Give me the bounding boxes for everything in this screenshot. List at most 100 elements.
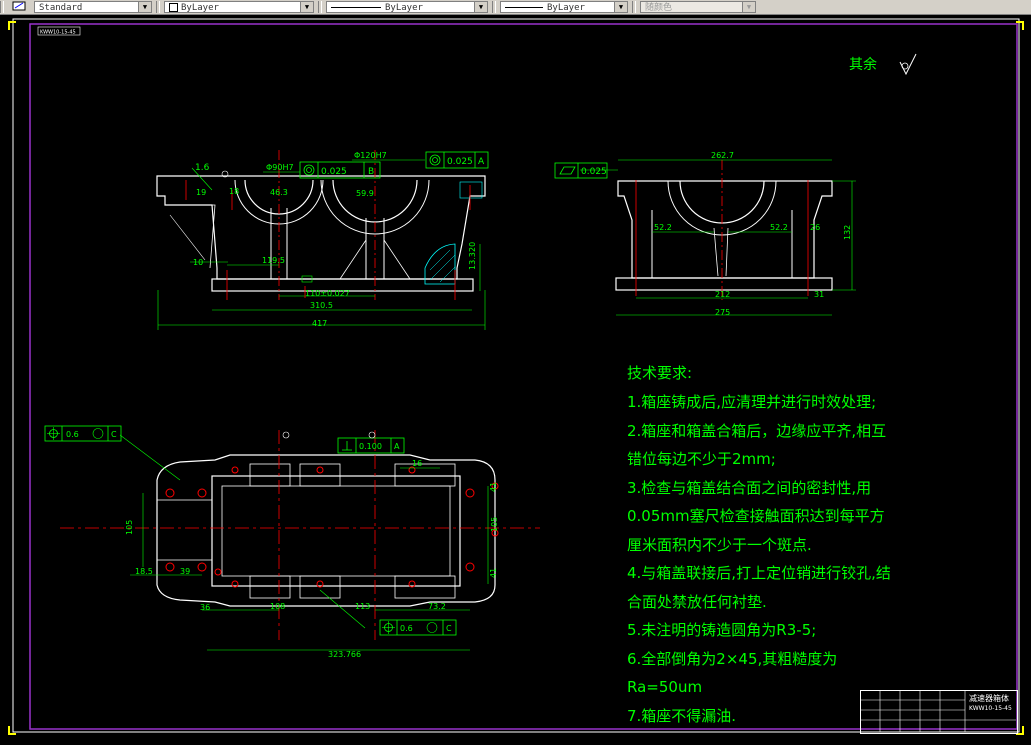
plan-inner-cavity: [211, 475, 461, 587]
side-base-flange: [615, 277, 833, 291]
drawing-number: KWW10-15-45: [969, 705, 1012, 712]
plan-view: 105 105 18.5 39 36 108 113 73.2 323.766 …: [44, 425, 540, 659]
front-view: 1.6 Φ90H7 Φ120H7 46.3 59.9 18 19 10 119.…: [156, 150, 489, 330]
tolerance-datum: A: [478, 157, 485, 167]
front-body-outline: [156, 175, 486, 280]
front-dim-bore-large: Φ120H7: [354, 151, 387, 160]
lineweight-dropdown[interactable]: ByLayer ▼: [500, 1, 628, 13]
roughness-label: 其余: [849, 57, 877, 73]
linetype-preview-icon: [331, 7, 381, 8]
part-name: 减速器箱体: [969, 694, 1009, 703]
chevron-down-icon: ▼: [614, 2, 627, 12]
concentricity-icon: [429, 154, 441, 166]
tech-requirement-line: 4.与箱盖联接后,打上定位销进行铰孔,结: [627, 564, 891, 582]
tech-requirement-line: 6.全部倒角为2×45,其粗糙度为: [627, 649, 838, 668]
bolt-holes: [165, 466, 499, 588]
tech-requirement-line: 2.箱座和箱盖合箱后，边缘应平齐,相互: [627, 421, 887, 440]
front-dim-radius-large: 59.9: [356, 189, 374, 198]
tolerance-datum: C: [111, 430, 117, 439]
plan-inner-wall: [221, 485, 451, 577]
front-dim-drain-height: 13.3: [468, 252, 477, 270]
side-tolerance-frame: 0.025: [554, 162, 608, 179]
front-dim-drain-offset: 20: [468, 242, 477, 252]
front-dim-base-length: 310.5: [310, 301, 333, 310]
concentricity-icon: [303, 164, 315, 176]
tolerance-value: 0.6: [66, 430, 79, 439]
plot-style-dropdown: 随颜色 ▼: [640, 1, 756, 13]
drain-section-hatch: [424, 243, 456, 285]
side-boss: [667, 180, 777, 236]
side-dim-bolt-span: 212: [715, 290, 730, 299]
text-style-dropdown[interactable]: Standard ▼: [34, 1, 152, 13]
toolbar-separator: [632, 1, 636, 13]
boss-top: [394, 463, 456, 487]
plan-dim-left-boss: 36: [200, 603, 210, 612]
title-block: 减速器箱体 KWW10-15-45: [860, 690, 1018, 734]
text-style-icon[interactable]: [8, 1, 30, 13]
tolerance-value: 0.100: [359, 442, 382, 451]
toolbar-separator: [318, 1, 322, 13]
plan-dim-end-offset: 18.5: [135, 567, 153, 576]
front-dim-left-step: 19: [196, 188, 206, 197]
boss-top: [249, 463, 291, 487]
tolerance-datum: A: [394, 442, 400, 451]
toolbar-separator: [156, 1, 160, 13]
side-dim-height: 132: [843, 225, 852, 240]
lineweight-value: ByLayer: [547, 3, 585, 13]
boss-bottom: [394, 575, 456, 599]
tech-requirement-line: 错位每边不少于2mm;: [627, 450, 776, 468]
front-dim-center-distance: 110±0.027: [305, 289, 350, 298]
plan-end-wall: [157, 499, 213, 561]
plan-dim-center-left: 108: [270, 602, 285, 611]
position-tolerance-bottom: 0.6 C: [379, 619, 457, 636]
datum-circle-icon: [368, 431, 376, 439]
plan-dim-width-left: 105: [125, 520, 134, 535]
plan-dim-top-hole: 41: [489, 482, 498, 492]
plot-style-value: 随颜色: [645, 3, 673, 13]
tech-requirement-line: 5.未注明的铸造圆角为R3-5;: [627, 621, 817, 639]
flatness-icon: [559, 166, 576, 175]
chevron-down-icon: ▼: [300, 2, 313, 12]
wall-line: [165, 204, 216, 269]
hatch-lines: [429, 249, 456, 283]
side-dim-right: 52.2: [770, 223, 788, 232]
side-body-outline: [617, 180, 833, 279]
tolerance-value: 0.025: [321, 167, 347, 177]
plan-dim-boss-width: 16: [412, 459, 422, 468]
tolerance-datum: B: [368, 167, 374, 177]
leader-line: [119, 434, 181, 481]
tech-requirement-line: 7.箱座不得漏油.: [627, 706, 737, 725]
chevron-down-icon: ▼: [138, 2, 151, 12]
tech-requirements-title: 技术要求:: [627, 364, 693, 382]
tech-requirement-line: 1.箱座铸成后,应清理并进行时效处理;: [627, 393, 877, 411]
plan-dim-right-boss: 73.2: [428, 602, 446, 611]
mmc-icon: [92, 428, 104, 439]
plan-flange-outline: [156, 454, 496, 607]
datum-circle-icon: [282, 431, 290, 439]
front-dim-overall-length: 417: [312, 319, 327, 328]
plan-dim-width-right: 105: [490, 517, 499, 532]
properties-toolbar: Standard ▼ ByLayer ▼ ByLayer ▼ ByLayer ▼…: [0, 0, 1031, 15]
tech-requirement-line: 合面处禁放任何衬垫.: [627, 592, 767, 611]
technical-requirements: 技术要求: 1.箱座铸成后,应清理并进行时效处理; 2.箱座和箱盖合箱后，边缘应…: [627, 358, 891, 730]
boss-bottom: [249, 575, 291, 599]
side-view: 262.7 52.2 52.2 26 132 212 31 275 0.025: [554, 151, 856, 317]
front-dim-offset: 119.5: [262, 256, 285, 265]
tolerance-value: 0.025: [581, 167, 607, 177]
perpendicularity-tolerance: 0.100 A: [337, 437, 405, 454]
perpendicularity-icon: [342, 441, 352, 451]
plan-dim-center-right: 113: [355, 602, 370, 611]
front-dim-wall: 10: [193, 258, 203, 267]
side-dim-bolt-edge: 31: [814, 290, 824, 299]
tolerance-value: 0.6: [400, 624, 413, 633]
side-dim-overall: 275: [715, 308, 730, 317]
tech-requirement-line: 厘米面积内不少于一个斑点.: [627, 535, 812, 554]
layer-dropdown[interactable]: ByLayer ▼: [164, 1, 314, 13]
tolerance-frame-a: 0.025 A: [425, 151, 489, 169]
text-style-value: Standard: [39, 3, 83, 13]
linetype-dropdown[interactable]: ByLayer ▼: [326, 1, 488, 13]
side-dim-top-width: 262.7: [711, 151, 734, 160]
toolbar-separator: [0, 1, 4, 13]
front-dim-radius-small: 46.3: [270, 188, 288, 197]
front-dim-roughness: 1.6: [195, 163, 210, 173]
